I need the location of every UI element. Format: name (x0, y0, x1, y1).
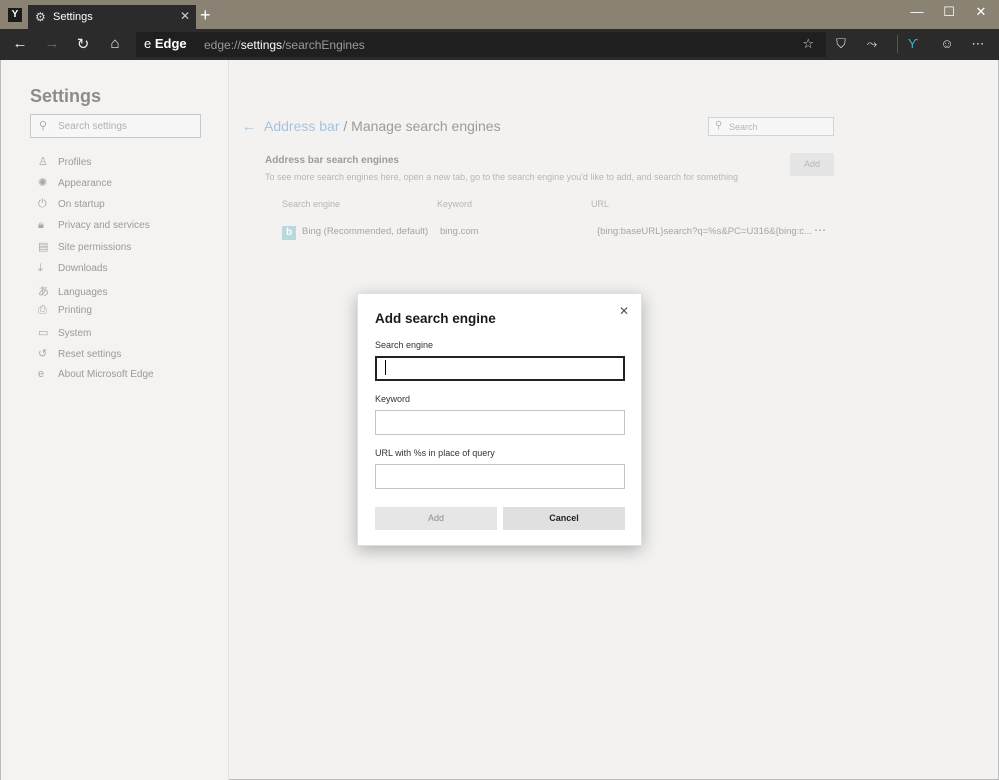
column-header-engine: Search engine (282, 199, 341, 209)
sidebar-item-appearance[interactable]: ✺ Appearance (38, 176, 112, 192)
search-icon: ⚲ (715, 120, 723, 131)
sidebar-item-profiles[interactable]: ♙ Profiles (38, 155, 91, 171)
search-engine-label: Search engine (375, 340, 434, 350)
tab-title: Settings (53, 11, 93, 23)
share-icon[interactable]: ⤳ (862, 36, 882, 52)
search-input[interactable]: ⚲ Search (708, 117, 834, 136)
address-bar[interactable]: e Edge edge://settings/searchEngines ☆ (136, 32, 826, 57)
add-search-engine-button[interactable]: Add (790, 153, 834, 176)
forward-icon[interactable]: → (41, 35, 63, 52)
edge-logo-icon: e (144, 36, 152, 51)
language-icon: あ (38, 286, 49, 298)
emoji-icon[interactable]: ☺ (937, 36, 957, 51)
sidebar-item-site-permissions[interactable]: ▤ Site permissions (38, 240, 131, 256)
sidebar-item-privacy[interactable]: 🔒︎ Privacy and services (38, 219, 150, 235)
dialog-title: Add search engine (375, 311, 496, 326)
power-icon: ⏻ (38, 198, 47, 210)
laptop-icon: ▭ (38, 327, 49, 339)
shield-icon[interactable]: ⛉ (831, 36, 851, 52)
row-more-icon[interactable]: ⋯ (814, 223, 826, 237)
search-icon: ⚲ (39, 120, 48, 132)
permissions-icon: ▤ (38, 241, 49, 253)
tab-settings[interactable]: ⚙ Settings ✕ (28, 5, 196, 29)
add-search-engine-dialog: Add search engine ✕ Search engine Keywor… (357, 293, 642, 546)
refresh-icon[interactable]: ↻ (72, 35, 94, 53)
reset-icon: ↺ (38, 348, 48, 360)
favorite-star-icon[interactable]: ☆ (802, 36, 814, 52)
window-close-button[interactable]: ✕ (966, 4, 996, 20)
keyword-field[interactable] (375, 410, 625, 435)
tab-close-icon[interactable]: ✕ (180, 9, 190, 23)
back-arrow-icon[interactable]: ← (242, 118, 256, 134)
sidebar-item-on-startup[interactable]: ⏻ On startup (38, 198, 105, 214)
settings-gear-icon: ⚙ (35, 10, 46, 24)
url-field[interactable] (375, 464, 625, 489)
app-icon: Y (8, 8, 22, 22)
download-icon: ⤓ (38, 262, 43, 274)
text-caret (385, 360, 386, 375)
person-icon: ♙ (38, 156, 48, 168)
edge-brand: e Edge (144, 36, 187, 51)
sidebar-item-downloads[interactable]: ⤓ Downloads (38, 262, 107, 278)
palette-icon: ✺ (38, 177, 48, 189)
engine-url: {bing:baseURL}search?q=%s&PC=U316&{bing:… (597, 226, 812, 237)
edge-icon: e (38, 368, 45, 380)
sidebar-title: Settings (30, 86, 102, 106)
breadcrumb-link[interactable]: Address bar (264, 118, 339, 134)
section-title: Address bar search engines (265, 155, 399, 166)
breadcrumb: ← Address bar / Manage search engines (242, 118, 501, 134)
lock-icon: 🔒︎ (38, 219, 44, 231)
sidebar-item-languages[interactable]: あ Languages (38, 283, 108, 299)
sidebar-item-about[interactable]: e About Microsoft Edge (38, 368, 154, 384)
cancel-button[interactable]: Cancel (503, 507, 625, 530)
engine-name: Bing (Recommended, default) (302, 226, 429, 237)
sidebar-item-reset[interactable]: ↺ Reset settings (38, 347, 121, 363)
column-header-url: URL (591, 199, 610, 209)
search-placeholder: Search (729, 122, 758, 132)
section-description: To see more search engines here, open a … (265, 172, 739, 182)
profile-icon[interactable]: Ƴ (903, 36, 923, 51)
browser-toolbar: ← → ↻ ⌂ e Edge edge://settings/searchEng… (0, 29, 999, 60)
engine-keyword: bing.com (440, 226, 479, 237)
maximize-button[interactable]: ☐ (934, 4, 964, 20)
url-label: URL with %s in place of query (375, 448, 495, 458)
toolbar-divider (897, 35, 898, 53)
search-settings-input[interactable]: ⚲ Search settings (30, 114, 201, 138)
sidebar-item-printing[interactable]: ⎙ Printing (38, 304, 92, 320)
url-text: edge://settings/searchEngines (204, 38, 365, 52)
search-placeholder: Search settings (58, 121, 127, 132)
add-button[interactable]: Add (375, 507, 497, 530)
new-tab-button[interactable]: + (200, 6, 211, 24)
minimize-button[interactable]: — (902, 4, 932, 19)
search-engine-field[interactable] (375, 356, 625, 381)
title-bar: Y ⚙ Settings ✕ + — ☐ ✕ (0, 0, 999, 29)
column-header-keyword: Keyword (437, 199, 473, 209)
home-icon[interactable]: ⌂ (104, 35, 126, 52)
bing-logo-icon: b (282, 226, 296, 240)
breadcrumb-current: / Manage search engines (343, 118, 501, 134)
back-icon[interactable]: ← (9, 35, 31, 52)
keyword-label: Keyword (375, 394, 411, 404)
printer-icon: ⎙ (38, 304, 47, 316)
more-icon[interactable]: ⋯ (968, 36, 988, 52)
sidebar: Settings ⚲ Search settings ♙ Profiles ✺ Ap… (1, 60, 229, 780)
sidebar-item-system[interactable]: ▭ System (38, 326, 91, 342)
close-icon[interactable]: ✕ (617, 304, 631, 318)
